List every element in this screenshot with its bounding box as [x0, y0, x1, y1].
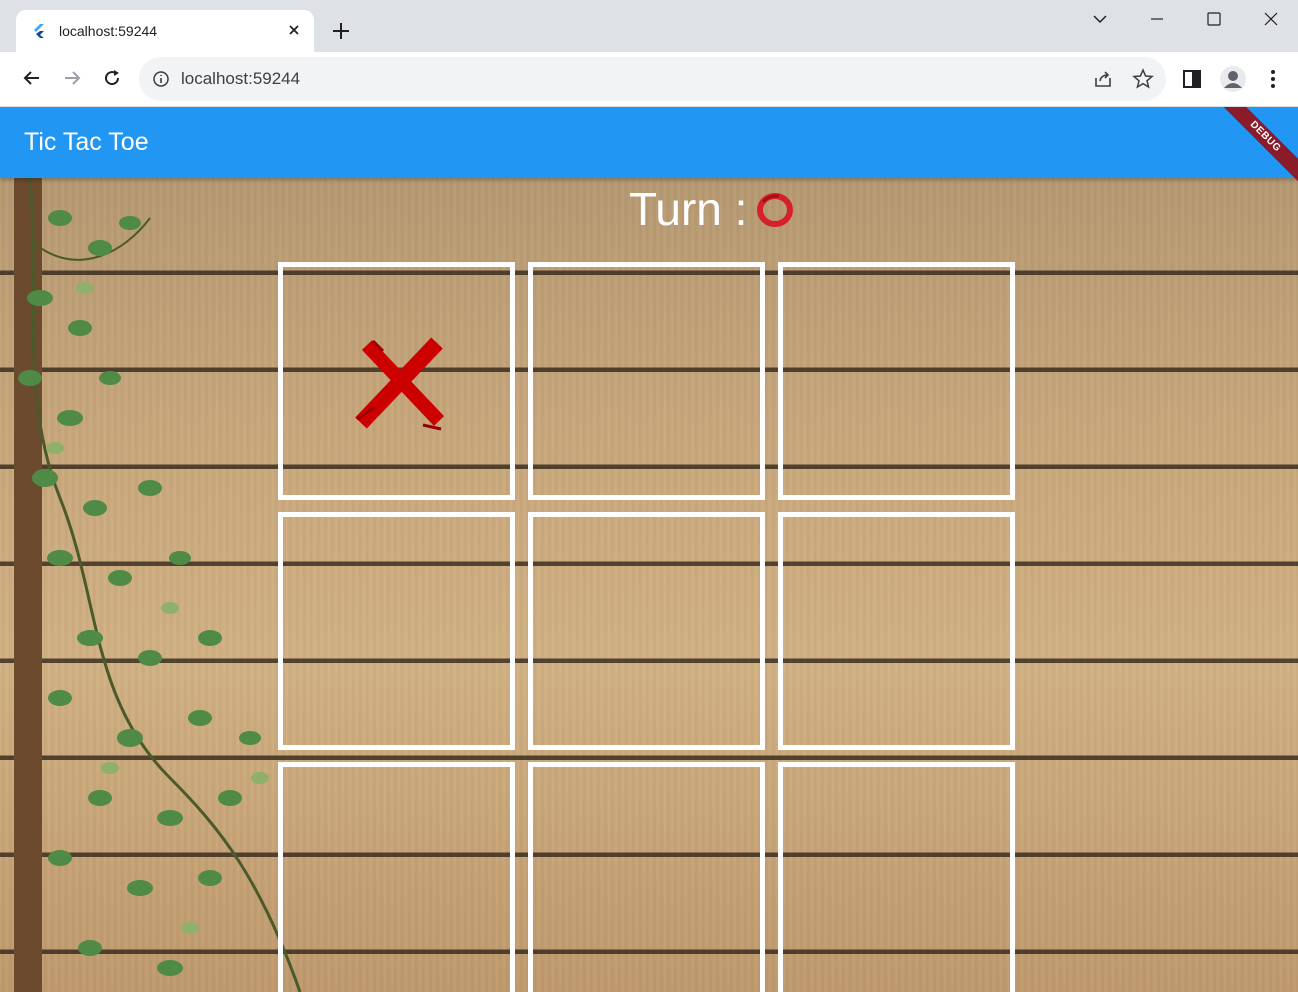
board-cell-7[interactable]	[278, 762, 515, 992]
forward-arrow-icon[interactable]	[60, 66, 84, 90]
wood-background: Turn :	[0, 178, 1298, 992]
flutter-favicon-icon	[34, 24, 44, 38]
tab-title: localhost:59244	[59, 23, 158, 39]
maximize-icon[interactable]	[1200, 8, 1228, 30]
x-mark-icon	[355, 337, 445, 431]
board-cell-8[interactable]	[528, 762, 765, 992]
board-cell-1[interactable]	[278, 262, 515, 500]
debug-banner: DEBUG	[1220, 107, 1298, 182]
close-window-icon[interactable]	[1257, 8, 1285, 30]
board-cell-2[interactable]	[528, 262, 765, 500]
share-icon[interactable]	[1092, 68, 1114, 90]
game-board	[278, 262, 1028, 992]
app-title: Tic Tac Toe	[24, 128, 149, 156]
bookmark-star-icon[interactable]	[1132, 68, 1154, 90]
new-tab-icon[interactable]	[330, 20, 352, 42]
app-viewport: Tic Tac Toe DEBUG Turn:	[0, 107, 1298, 992]
profile-avatar[interactable]	[1220, 66, 1246, 92]
close-tab-icon[interactable]	[286, 22, 302, 38]
more-menu-icon[interactable]	[1261, 67, 1285, 91]
tab-search-chevron-icon[interactable]	[1086, 8, 1114, 30]
side-panel-icon[interactable]	[1180, 67, 1204, 91]
board-cell-6[interactable]	[778, 512, 1015, 750]
reload-icon[interactable]	[100, 66, 124, 90]
board-cell-4[interactable]	[278, 512, 515, 750]
url-text[interactable]: localhost:59244	[181, 69, 300, 89]
minimize-icon[interactable]	[1143, 8, 1171, 30]
turn-o-icon	[757, 193, 793, 227]
browser-tab[interactable]: localhost:59244	[16, 10, 314, 52]
address-bar[interactable]: localhost:59244	[139, 57, 1166, 101]
app-bar: Tic Tac Toe DEBUG	[0, 107, 1298, 182]
tab-strip: localhost:59244	[0, 0, 1298, 52]
browser-toolbar: localhost:59244	[0, 52, 1298, 107]
board-cell-3[interactable]	[778, 262, 1015, 500]
back-arrow-icon[interactable]	[20, 66, 44, 90]
profile-icon	[1224, 71, 1242, 88]
turn-label: Turn :	[629, 183, 748, 235]
site-info-icon[interactable]	[152, 70, 170, 88]
board-cell-5[interactable]	[528, 512, 765, 750]
ivy-vine-decoration	[14, 178, 302, 992]
board-cell-9[interactable]	[778, 762, 1015, 992]
